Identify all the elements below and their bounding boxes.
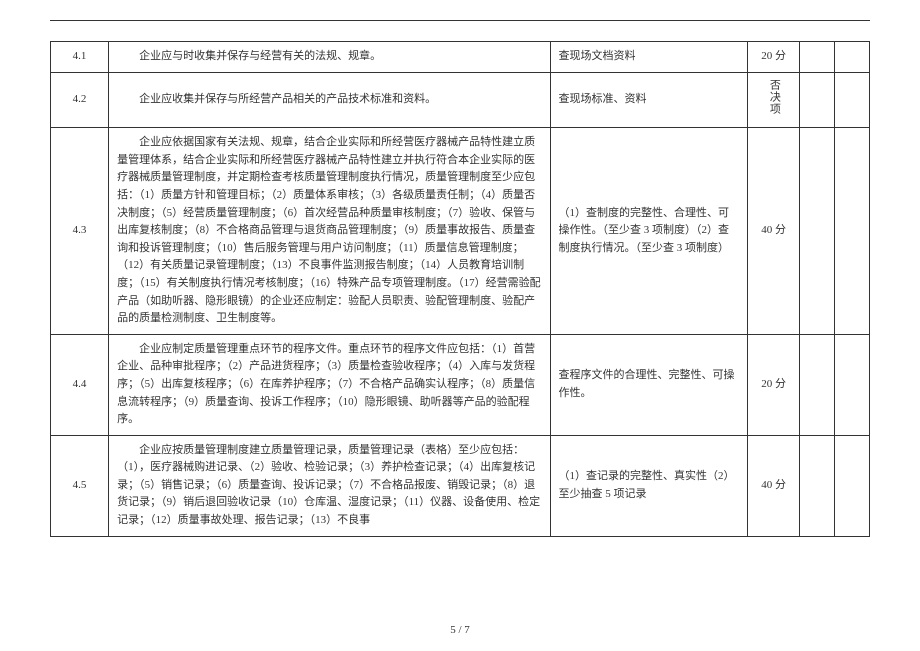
row-content: 企业应制定质量管理重点环节的程序文件。重点环节的程序文件应包括：（1）首营企业、… bbox=[109, 334, 550, 435]
standards-table: 4.1 企业应与时收集并保存与经营有关的法规、规章。 查现场文档资料 20 分 … bbox=[50, 41, 870, 537]
row-number: 4.1 bbox=[51, 42, 109, 73]
content-text: 企业应与时收集并保存与经营有关的法规、规章。 bbox=[117, 48, 541, 66]
blank-cell bbox=[800, 435, 835, 536]
row-number: 4.4 bbox=[51, 334, 109, 435]
row-score: 20 分 bbox=[748, 334, 800, 435]
row-method: 查程序文件的合理性、完整性、可操作性。 bbox=[550, 334, 747, 435]
table-row: 4.2 企业应收集并保存与所经营产品相关的产品技术标准和资料。 查现场标准、资料… bbox=[51, 72, 870, 128]
table-row: 4.4 企业应制定质量管理重点环节的程序文件。重点环节的程序文件应包括：（1）首… bbox=[51, 334, 870, 435]
row-content: 企业应与时收集并保存与经营有关的法规、规章。 bbox=[109, 42, 550, 73]
blank-cell bbox=[835, 128, 870, 335]
content-text: 企业应依据国家有关法规、规章，结合企业实际和所经营医疗器械产品特性建立质量管理体… bbox=[117, 134, 541, 328]
row-score: 40 分 bbox=[748, 435, 800, 536]
row-number: 4.2 bbox=[51, 72, 109, 128]
row-content: 企业应按质量管理制度建立质量管理记录，质量管理记录（表格）至少应包括：（1），医… bbox=[109, 435, 550, 536]
page-top-divider bbox=[50, 20, 870, 21]
score-vertical: 否决项 bbox=[765, 79, 783, 115]
row-method: （1）查制度的完整性、合理性、可操作性。（至少查 3 项制度）（2）查制度执行情… bbox=[550, 128, 747, 335]
row-number: 4.3 bbox=[51, 128, 109, 335]
blank-cell bbox=[835, 334, 870, 435]
row-content: 企业应依据国家有关法规、规章，结合企业实际和所经营医疗器械产品特性建立质量管理体… bbox=[109, 128, 550, 335]
content-text: 企业应收集并保存与所经营产品相关的产品技术标准和资料。 bbox=[117, 91, 541, 109]
blank-cell bbox=[800, 72, 835, 128]
blank-cell bbox=[800, 334, 835, 435]
row-number: 4.5 bbox=[51, 435, 109, 536]
blank-cell bbox=[835, 42, 870, 73]
blank-cell bbox=[800, 42, 835, 73]
table-row: 4.5 企业应按质量管理制度建立质量管理记录，质量管理记录（表格）至少应包括：（… bbox=[51, 435, 870, 536]
blank-cell bbox=[800, 128, 835, 335]
blank-cell bbox=[835, 435, 870, 536]
row-score: 20 分 bbox=[748, 42, 800, 73]
row-method: 查现场标准、资料 bbox=[550, 72, 747, 128]
row-method: （1）查记录的完整性、真实性（2）至少抽查 5 项记录 bbox=[550, 435, 747, 536]
row-score: 40 分 bbox=[748, 128, 800, 335]
row-score: 否决项 bbox=[748, 72, 800, 128]
blank-cell bbox=[835, 72, 870, 128]
table-row: 4.3 企业应依据国家有关法规、规章，结合企业实际和所经营医疗器械产品特性建立质… bbox=[51, 128, 870, 335]
table-row: 4.1 企业应与时收集并保存与经营有关的法规、规章。 查现场文档资料 20 分 bbox=[51, 42, 870, 73]
page-footer: 5 / 7 bbox=[0, 624, 920, 636]
content-text: 企业应按质量管理制度建立质量管理记录，质量管理记录（表格）至少应包括：（1），医… bbox=[117, 442, 541, 530]
row-method: 查现场文档资料 bbox=[550, 42, 747, 73]
row-content: 企业应收集并保存与所经营产品相关的产品技术标准和资料。 bbox=[109, 72, 550, 128]
content-text: 企业应制定质量管理重点环节的程序文件。重点环节的程序文件应包括：（1）首营企业、… bbox=[117, 341, 541, 429]
